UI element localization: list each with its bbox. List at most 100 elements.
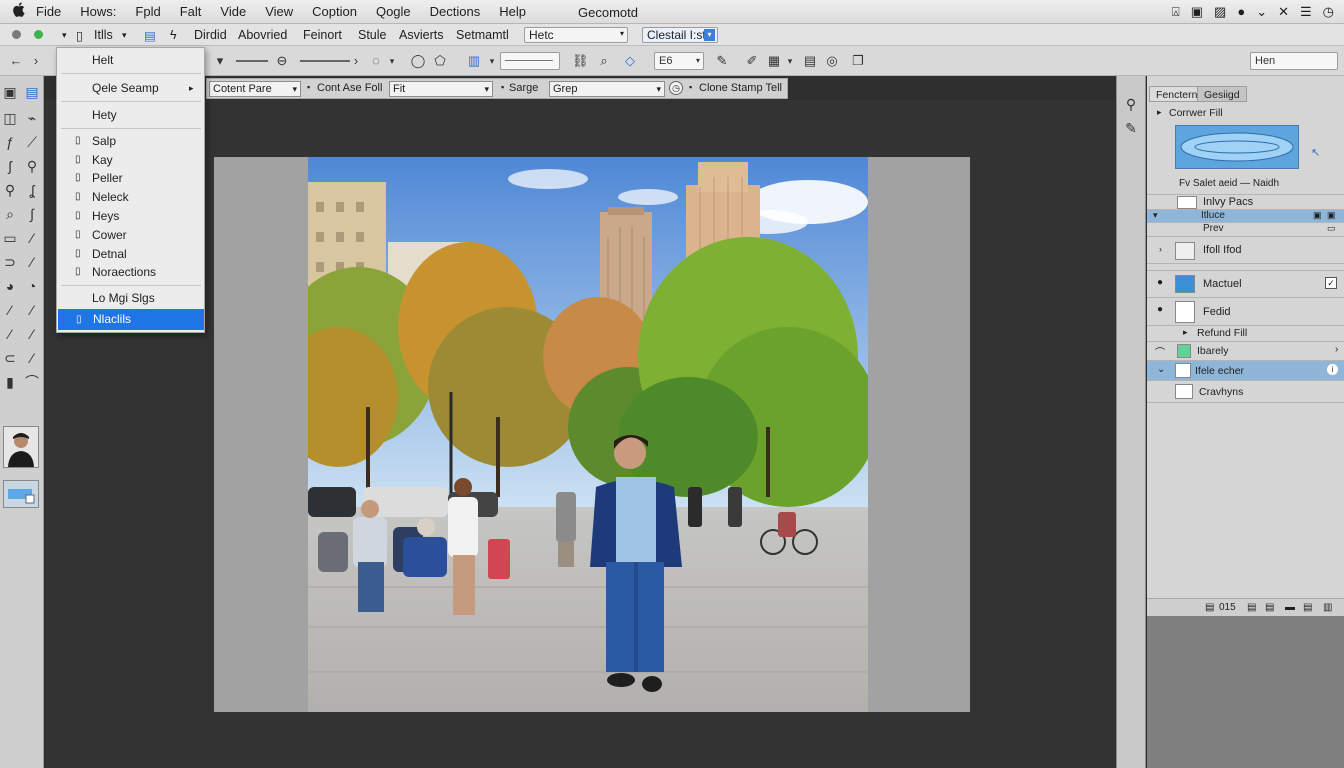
patch-icon[interactable]: ʆ — [24, 182, 40, 198]
brush-icon[interactable]: ⌕ — [2, 206, 18, 222]
menu-file[interactable]: Fide — [36, 4, 61, 19]
pen-icon[interactable]: ⁄ — [2, 302, 18, 318]
close-icon[interactable]: ✕ — [1278, 4, 1289, 20]
preview-thumbnail[interactable] — [1175, 125, 1299, 169]
layer-row[interactable]: ● Mactuel ✓ — [1147, 270, 1344, 298]
search-input[interactable]: Hen — [1250, 52, 1338, 70]
window-zoom-button[interactable] — [34, 30, 43, 39]
eyedropper-icon[interactable]: ʃ — [2, 158, 18, 174]
visibility-icon[interactable]: ● — [1157, 304, 1163, 315]
history-brush-icon[interactable]: ⁄ — [24, 230, 40, 246]
bar-item-dirdid[interactable]: Dirdid — [194, 28, 227, 42]
chevron-down-icon[interactable]: ▾ — [782, 53, 798, 69]
arrow-right-icon[interactable]: › — [348, 53, 364, 69]
clock-icon[interactable]: ◷ — [669, 81, 683, 95]
crop-icon[interactable]: ƒ — [2, 134, 18, 150]
checkbox-icon[interactable]: ✓ — [1325, 277, 1337, 289]
menu-fpld[interactable]: Fpld — [135, 4, 160, 19]
circle-icon[interactable]: ◎ — [824, 53, 840, 69]
image-icon[interactable]: ▨ — [1214, 4, 1226, 20]
layer-row[interactable]: Inlvy Pacs — [1147, 194, 1344, 210]
record-icon[interactable]: ● — [1237, 4, 1245, 20]
text-icon[interactable]: ⁄ — [24, 302, 40, 318]
wand-icon[interactable]: ⌁ — [24, 110, 40, 126]
menu-qogle[interactable]: Qogle — [376, 4, 411, 19]
shape-icon[interactable]: ⬠ — [432, 53, 448, 69]
zoom-icon[interactable]: ▮ — [2, 374, 18, 390]
fx-icon[interactable]: ▤ — [1247, 602, 1256, 613]
tab-gesiigd[interactable]: Gesiigd — [1197, 86, 1247, 102]
shape-icon[interactable]: ⁄ — [24, 326, 40, 342]
size-field[interactable]: E6 ▾ — [654, 52, 704, 70]
layer-row[interactable]: › Ifoll Ifod — [1147, 237, 1344, 264]
app-icon[interactable]: ▣ — [1191, 4, 1203, 20]
fill-select[interactable]: Fit ▾ — [389, 81, 493, 97]
menu-item-cower[interactable]: ▯ Cower — [57, 226, 204, 244]
marquee-icon[interactable]: ▤ — [24, 84, 40, 100]
menu-coption[interactable]: Coption — [312, 4, 357, 19]
bell-icon[interactable]: ⍓ — [1172, 4, 1180, 20]
lock-icon[interactable]: ▣ — [1313, 210, 1322, 221]
preset-select[interactable]: Clestail I:st ▾ — [642, 27, 718, 43]
apple-icon[interactable] — [0, 2, 36, 21]
menu-item-neleck[interactable]: ▯ Neleck — [57, 188, 204, 206]
dodge-icon[interactable]: ◔ — [24, 278, 40, 294]
file-icon[interactable]: ▤ — [144, 28, 156, 43]
visibility-icon[interactable]: ⌒ — [1155, 344, 1165, 359]
menu-item-detnal[interactable]: ▯ Detnal — [57, 245, 204, 263]
columns-icon[interactable]: ▥ — [466, 53, 482, 69]
bar-item-asvierts[interactable]: Asvierts — [399, 28, 443, 42]
layer-row[interactable]: ⌒ Ibarely › — [1147, 342, 1344, 361]
menu-item-lo-mgi-slgs[interactable]: Lo Mgi Slgs — [57, 289, 204, 307]
menu-item-peller[interactable]: ▯ Peller — [57, 169, 204, 187]
layer-row[interactable]: ● Fedid — [1147, 298, 1344, 326]
gradient-icon[interactable]: ⁄ — [24, 254, 40, 270]
layers-icon[interactable]: ❐ — [850, 53, 866, 69]
eraser-icon[interactable]: ⊃ — [2, 254, 18, 270]
pen-icon[interactable]: ✎ — [714, 53, 730, 69]
speech-icon[interactable]: ◌ — [368, 53, 384, 69]
menu-item-heys[interactable]: ▯ Heys — [57, 207, 204, 225]
width-field[interactable] — [500, 52, 560, 70]
brush-icon[interactable]: ✎ — [1123, 120, 1139, 136]
menu-view[interactable]: View — [265, 4, 293, 19]
menu-dections[interactable]: Dections — [430, 4, 481, 19]
search-icon[interactable]: ⚲ — [1123, 96, 1139, 112]
chevron-down-icon[interactable]: ▾ — [384, 53, 400, 69]
sample-select[interactable]: Grep ▾ — [549, 81, 665, 97]
color-swatch-thumb[interactable] — [3, 480, 39, 508]
link-icon[interactable]: ▤ — [1205, 602, 1214, 613]
link-icon[interactable]: ▣ — [1327, 210, 1336, 221]
chevron-down-icon[interactable]: ▾ — [122, 30, 127, 41]
menu-item-noraections[interactable]: ▯ Noraections — [57, 263, 204, 281]
slice-icon[interactable]: ⟋ — [24, 134, 40, 150]
chevron-down-icon[interactable]: ▾ — [62, 30, 67, 41]
rotate-icon[interactable]: ⁄ — [24, 350, 40, 366]
grid-icon[interactable]: ▦ — [766, 53, 782, 69]
menu-item-helt[interactable]: Helt — [57, 51, 204, 69]
menu-item-salp[interactable]: ▯ Salp — [57, 132, 204, 150]
mode-select[interactable]: Cotent Pare ▾ — [209, 81, 301, 97]
menu-item-kay[interactable]: ▯ Kay — [57, 151, 204, 169]
options-icon[interactable]: ▭ — [1327, 223, 1336, 234]
folder-icon[interactable]: ▤ — [1303, 602, 1312, 613]
menu-falt[interactable]: Falt — [180, 4, 202, 19]
pencil-icon[interactable]: ∫ — [24, 206, 40, 222]
stack-icon[interactable]: ▤ — [802, 53, 818, 69]
avatar[interactable] — [3, 426, 39, 468]
bolt-icon[interactable]: ϟ — [170, 28, 177, 42]
chevron-down-icon[interactable]: ⌄ — [1256, 4, 1267, 20]
layer-row[interactable]: Prev ▭ — [1147, 223, 1344, 237]
layer-icon[interactable]: ◇ — [622, 53, 638, 69]
bar-item-abovried[interactable]: Abovried — [238, 28, 287, 42]
arrow-left-icon[interactable]: ← — [8, 53, 24, 69]
document-canvas[interactable] — [308, 157, 868, 712]
blur-icon[interactable]: ◕ — [2, 278, 18, 294]
menu-item-qele-seamp[interactable]: Qele Seamp ▸ — [57, 79, 204, 97]
bar-item-stule[interactable]: Stule — [358, 28, 387, 42]
pencil-icon[interactable]: ✐ — [744, 53, 760, 69]
window-close-button[interactable] — [12, 30, 21, 39]
lasso-icon[interactable]: ◫ — [2, 110, 18, 126]
layer-row[interactable]: Cravhyns — [1147, 381, 1344, 403]
chevron-right-icon[interactable]: › — [28, 53, 44, 69]
